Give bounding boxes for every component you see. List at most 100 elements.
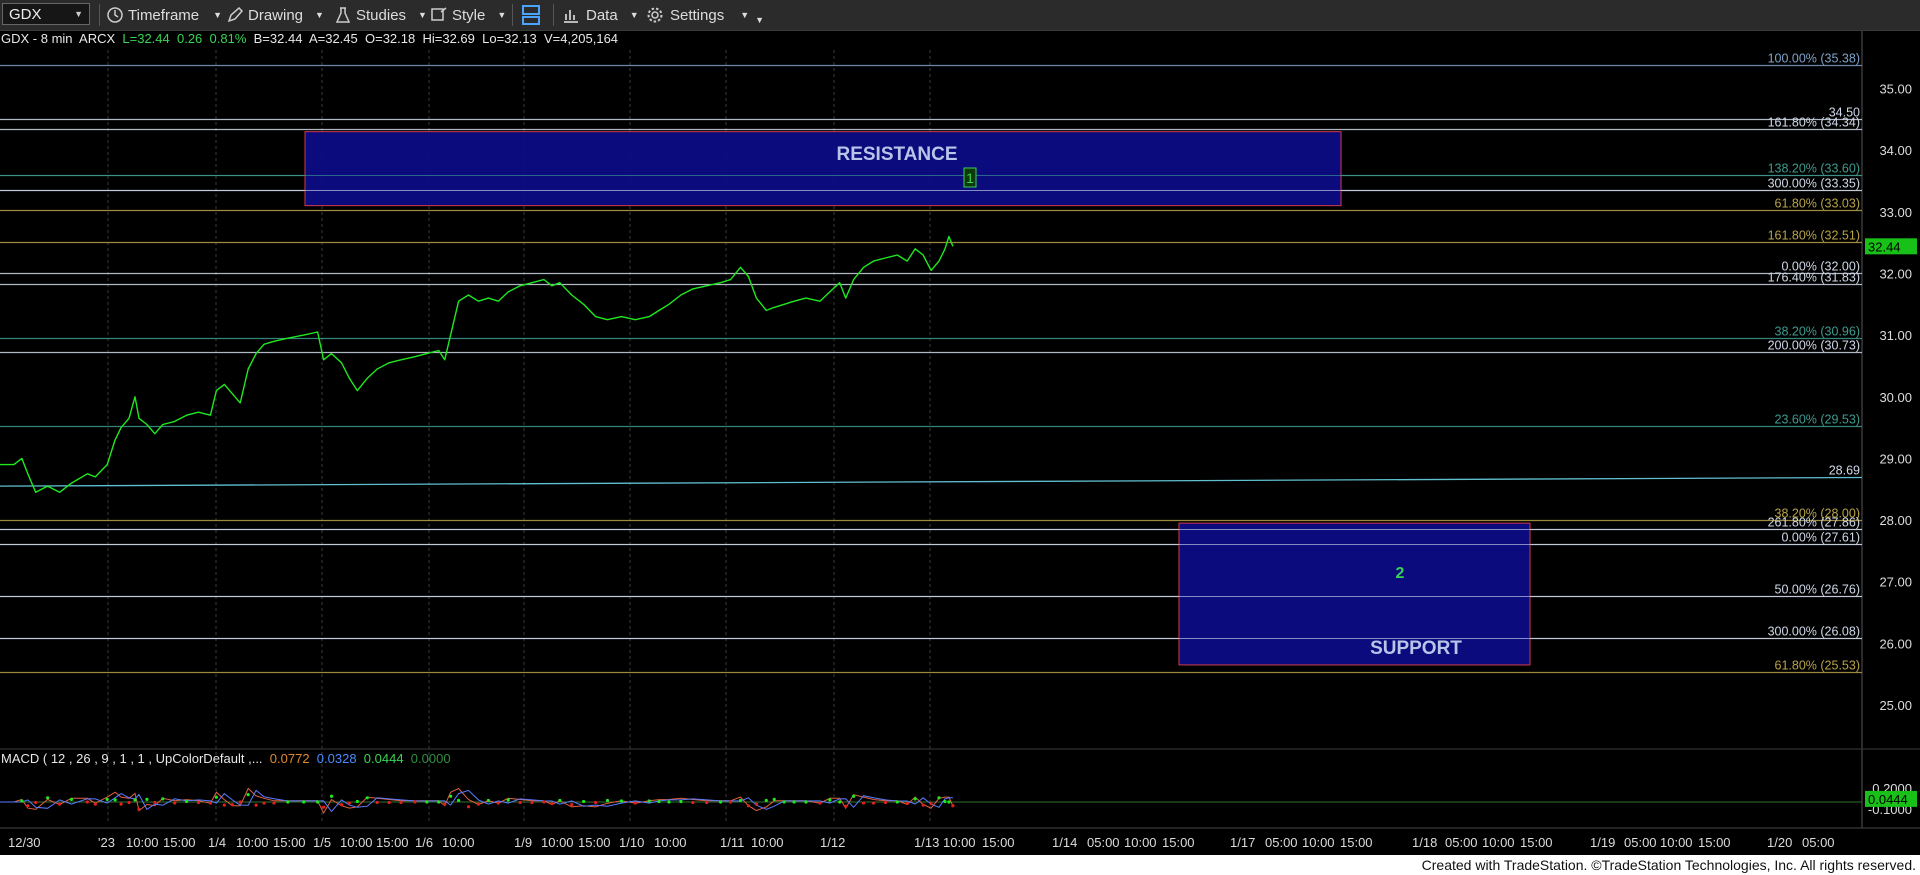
macd-histogram-dot [719, 800, 723, 804]
macd-histogram-dot [861, 801, 866, 805]
macd-histogram-dot [133, 798, 137, 802]
x-tick-label: 05:00 [1802, 835, 1835, 850]
macd-histogram-dot [57, 802, 62, 806]
x-tick-label: 12/30 [8, 835, 41, 850]
macd-histogram-dot [161, 797, 165, 801]
macd-histogram-dot [425, 800, 429, 804]
x-tick-label: 1/4 [208, 835, 226, 850]
x-tick-label: 15:00 [376, 835, 409, 850]
macd-histogram-dot [895, 800, 899, 804]
x-tick-label: 1/9 [514, 835, 532, 850]
y-tick-label: 35.00 [1879, 82, 1912, 97]
x-tick-label: 15:00 [1162, 835, 1195, 850]
macd-histogram-dot [321, 805, 326, 809]
info-volume: V=4,205,164 [543, 31, 619, 46]
macd-histogram-dot [782, 800, 786, 804]
level-label: 138.20% (33.60) [1768, 162, 1860, 176]
y-tick-label: 29.00 [1879, 451, 1912, 466]
macd-histogram-dot [905, 801, 909, 806]
level-label: 300.00% (26.08) [1768, 625, 1860, 639]
macd-histogram-dot [951, 804, 955, 808]
x-tick-label: 15:00 [273, 835, 306, 850]
level-label: 176.40% (31.83) [1768, 271, 1860, 285]
macd-zero-value: 0.0000 [410, 751, 451, 766]
macd-histogram-dot [883, 800, 887, 805]
level-label: 261.80% (27.86) [1768, 516, 1860, 530]
info-low: Lo=32.13 [482, 31, 537, 46]
macd-histogram-dot [230, 803, 234, 807]
macd-histogram-dot [691, 800, 695, 805]
x-tick-label: 10:00 [541, 835, 574, 850]
macd-histogram-dot [20, 799, 24, 803]
macd-histogram-dot [746, 804, 751, 808]
price-chart[interactable]: 100.00% (35.38)34.50161.80% (34.34)138.2… [0, 0, 1920, 855]
macd-histogram-dot [85, 800, 89, 804]
macd-histogram-dot [105, 797, 109, 801]
info-change: 0.26 [176, 31, 203, 46]
macd-histogram-dot [339, 803, 344, 807]
x-tick-label: 1/13 [914, 835, 939, 850]
x-tick-label: 05:00 [1265, 835, 1298, 850]
macd-histogram-dot [127, 800, 131, 805]
macd-info-bar: MACD ( 12 , 26 , 9 , 1 , 1 , UpColorDefa… [1, 751, 451, 766]
x-tick-label: 05:00 [1087, 835, 1120, 850]
macd-histogram-dot [119, 802, 123, 806]
macd-histogram-dot [302, 800, 306, 804]
level-label: 161.80% (32.51) [1768, 229, 1860, 243]
macd-histogram-dot [153, 800, 157, 805]
macd-histogram-dot [828, 798, 832, 802]
level-label: 161.80% (34.34) [1768, 116, 1860, 130]
macd-histogram-dot [286, 800, 290, 804]
x-tick-label: 05:00 [1624, 835, 1657, 850]
x-tick-label: 10:00 [1482, 835, 1515, 850]
macd-histogram-dot [254, 803, 258, 807]
trendline [0, 476, 1863, 487]
macd-histogram-dot [496, 801, 500, 805]
macd-histogram-dot [947, 800, 951, 804]
macd-histogram-dot [173, 801, 177, 805]
macd-signal-line [0, 789, 953, 813]
info-high: Hi=32.69 [422, 31, 475, 46]
macd-histogram-dot [937, 796, 941, 800]
x-tick-label: 10:00 [654, 835, 687, 850]
macd-histogram-dot [619, 799, 623, 803]
level-label: 300.00% (33.35) [1768, 177, 1860, 191]
macd-histogram-dot [355, 799, 359, 804]
x-tick-label: 10:00 [236, 835, 269, 850]
x-tick-label: 1/19 [1590, 835, 1615, 850]
macd-histogram-dot [754, 802, 758, 806]
macd-histogram-dot [34, 800, 38, 805]
macd-histogram-dot [852, 794, 856, 798]
x-tick-label: 10:00 [1124, 835, 1157, 850]
x-tick-label: 15:00 [982, 835, 1015, 850]
macd-histogram-dot [530, 800, 534, 805]
macd-diff-value: 0.0444 [363, 751, 404, 766]
x-tick-label: 15:00 [578, 835, 611, 850]
macd-histogram-dot [792, 800, 796, 804]
macd-histogram-dot [667, 800, 671, 804]
x-tick-label: 10:00 [340, 835, 373, 850]
macd-histogram-dot [238, 800, 242, 804]
macd-histogram-dot [486, 798, 490, 803]
macd-histogram-dot [413, 800, 417, 804]
resistance-box [304, 131, 1342, 207]
y-tick-label: 26.00 [1879, 636, 1912, 651]
macd-histogram-dot [375, 800, 379, 805]
x-tick-label: 15:00 [163, 835, 196, 850]
x-tick-label: 1/10 [619, 835, 644, 850]
level-label: 50.00% (26.76) [1775, 583, 1860, 597]
level-label: 200.00% (30.73) [1768, 339, 1860, 353]
macd-histogram-dot [943, 799, 947, 804]
wave-2-label: 2 [1396, 565, 1405, 582]
macd-histogram-dot [929, 801, 933, 806]
x-tick-label: 1/17 [1230, 835, 1255, 850]
macd-histogram-dot [272, 801, 276, 805]
y-tick-label: 28.00 [1879, 513, 1912, 528]
macd-histogram-dot [679, 799, 683, 804]
macd-histogram-dot [137, 807, 141, 811]
trendline-label: 28.69 [1829, 464, 1860, 478]
macd-histogram-dot [145, 797, 149, 801]
x-tick-label: 10:00 [442, 835, 475, 850]
macd-histogram-dot [476, 802, 481, 806]
macd-histogram-dot [838, 800, 842, 804]
